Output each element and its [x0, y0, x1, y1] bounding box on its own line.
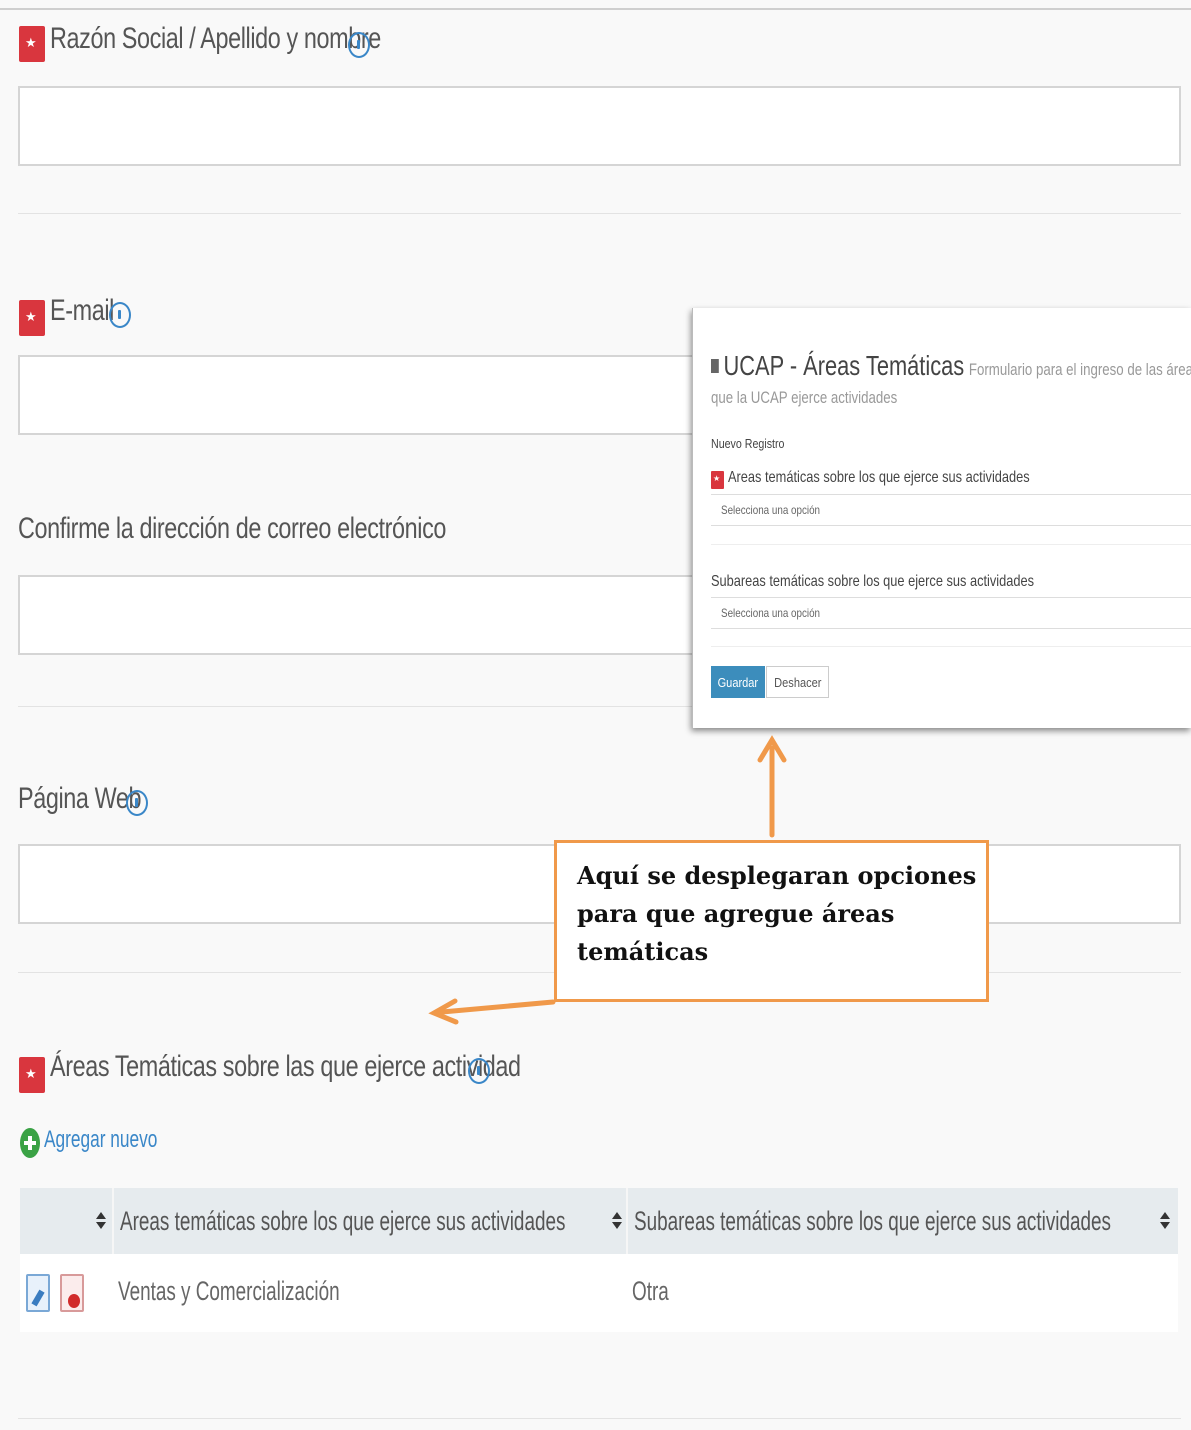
- annotation-arrows: [428, 735, 787, 1025]
- left-arrow: [439, 999, 556, 1015]
